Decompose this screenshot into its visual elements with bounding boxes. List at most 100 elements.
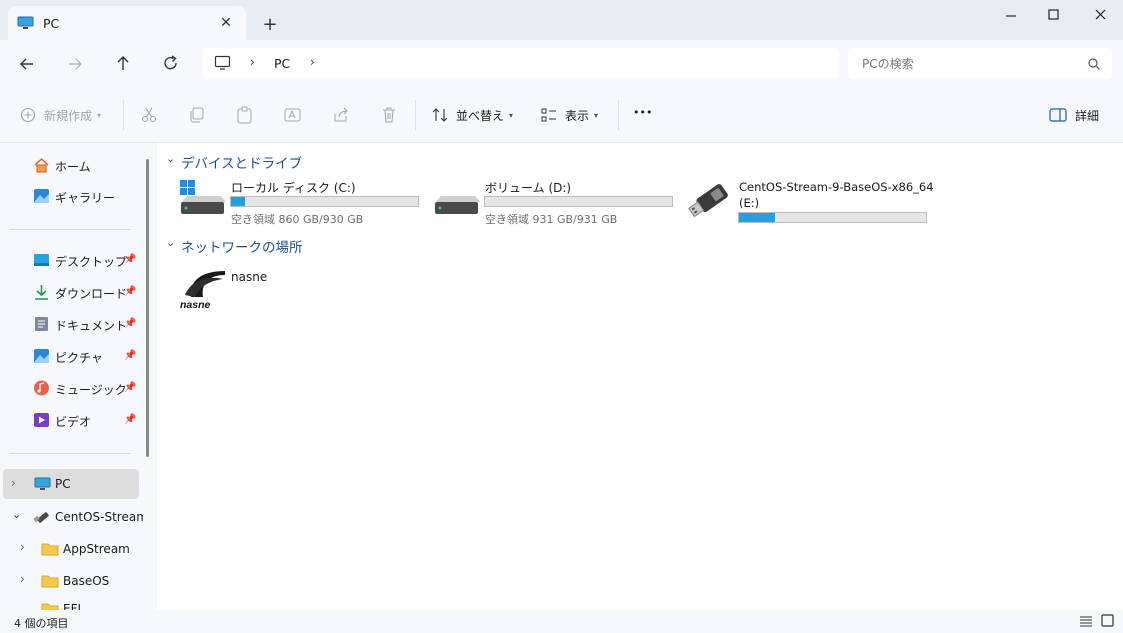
chevron-down-icon[interactable]: ⌄ bbox=[166, 152, 175, 165]
sidebar-item-home[interactable]: ホーム bbox=[0, 151, 145, 179]
nasne-logo-icon: nasne bbox=[180, 271, 225, 311]
copy-icon[interactable] bbox=[188, 106, 206, 124]
forward-arrow-icon[interactable] bbox=[64, 54, 86, 74]
chevron-right-icon[interactable]: › bbox=[11, 476, 16, 490]
drive-name: CentOS-Stream-9-BaseOS-x86_64 bbox=[739, 180, 934, 194]
sidebar-item-usb[interactable]: ⌄ CentOS-Stream- bbox=[3, 503, 143, 531]
sidebar-label: BaseOS bbox=[63, 574, 110, 588]
sidebar-scrollbar[interactable] bbox=[146, 159, 149, 457]
minimize-icon[interactable] bbox=[1000, 8, 1022, 24]
sidebar-label: ギャラリー bbox=[55, 191, 116, 205]
sort-button[interactable]: 並べ替え ▾ bbox=[431, 106, 513, 124]
search-icon[interactable] bbox=[1087, 57, 1101, 71]
close-tab-icon[interactable]: ✕ bbox=[216, 13, 236, 33]
pin-icon[interactable]: 📌 bbox=[124, 414, 136, 425]
more-options-button[interactable]: ••• bbox=[633, 106, 652, 119]
search-input[interactable] bbox=[860, 53, 1084, 75]
gallery-icon bbox=[34, 189, 49, 203]
drive-item-c[interactable]: ローカル ディスク (C:) 空き領域 860 GB/930 GB bbox=[177, 178, 422, 226]
divider bbox=[9, 229, 131, 230]
sidebar-item-desktop[interactable]: デスクトップ 📌 bbox=[0, 246, 145, 274]
divider bbox=[415, 100, 416, 130]
sidebar-item-pc[interactable]: › PC bbox=[3, 469, 139, 499]
hard-drive-icon bbox=[435, 196, 480, 214]
refresh-icon[interactable] bbox=[160, 53, 182, 73]
chevron-down-icon: ▾ bbox=[509, 110, 514, 120]
view-label: 表示 bbox=[565, 108, 590, 123]
folder-icon bbox=[41, 543, 59, 556]
pin-icon[interactable]: 📌 bbox=[124, 350, 136, 361]
usb-drive-icon bbox=[688, 184, 728, 218]
chevron-right-icon[interactable]: › bbox=[310, 55, 315, 69]
pin-icon[interactable]: 📌 bbox=[124, 318, 136, 329]
sidebar-item-music[interactable]: ミュージック 📌 bbox=[0, 374, 145, 402]
new-tab-button[interactable]: + bbox=[258, 12, 282, 36]
back-arrow-icon[interactable] bbox=[16, 54, 38, 74]
navigation-pane: ホーム ギャラリー デスクトップ 📌 ダウンロード 📌 ドキュメント 📌 ピクチ… bbox=[0, 143, 157, 610]
drive-usage-bar bbox=[230, 196, 419, 207]
sidebar-label: ダウンロード bbox=[55, 287, 128, 301]
close-window-icon[interactable] bbox=[1090, 6, 1112, 24]
content-area: ⌄ デバイスとドライブ ローカル ディスク (C:) 空き領域 860 GB/9… bbox=[157, 143, 1123, 610]
sidebar-item-folder[interactable]: › BaseOS bbox=[0, 567, 145, 595]
details-button[interactable]: 詳細 bbox=[1049, 106, 1099, 124]
sidebar-label: PC bbox=[55, 477, 71, 491]
chevron-down-icon: ▾ bbox=[594, 110, 599, 120]
sort-icon bbox=[432, 108, 448, 122]
chevron-right-icon: › bbox=[250, 55, 255, 69]
computer-icon bbox=[214, 55, 231, 70]
sidebar-item-pictures[interactable]: ピクチャ 📌 bbox=[0, 342, 145, 370]
drive-item-d[interactable]: ボリューム (D:) 空き領域 931 GB/931 GB bbox=[431, 178, 676, 226]
sidebar-item-gallery[interactable]: ギャラリー bbox=[0, 182, 145, 210]
chevron-right-icon[interactable]: › bbox=[20, 572, 25, 586]
drive-item-e[interactable]: CentOS-Stream-9-BaseOS-x86_64 (E:) bbox=[685, 178, 985, 226]
details-label: 詳細 bbox=[1075, 108, 1100, 123]
pin-icon[interactable]: 📌 bbox=[124, 254, 136, 265]
chevron-down-icon[interactable]: ⌄ bbox=[166, 236, 175, 249]
sidebar-item-documents[interactable]: ドキュメント 📌 bbox=[0, 310, 145, 338]
large-icons-view-icon[interactable] bbox=[1100, 613, 1116, 629]
breadcrumb[interactable]: PC bbox=[274, 56, 290, 71]
share-icon[interactable] bbox=[332, 106, 350, 124]
chevron-right-icon[interactable]: › bbox=[20, 540, 25, 554]
rename-icon[interactable] bbox=[284, 106, 302, 124]
section-header-devices[interactable]: デバイスとドライブ bbox=[181, 152, 302, 172]
cut-icon[interactable] bbox=[140, 106, 158, 124]
network-item-nasne[interactable]: nasne nasne bbox=[179, 267, 299, 313]
pc-icon bbox=[17, 16, 34, 29]
sidebar-label: EFI bbox=[63, 602, 82, 610]
sidebar-item-folder[interactable]: EFI bbox=[0, 599, 145, 610]
usb-drive-icon bbox=[34, 512, 49, 523]
pin-icon[interactable]: 📌 bbox=[124, 382, 136, 393]
paste-icon[interactable] bbox=[236, 105, 254, 125]
drive-usage-fill bbox=[739, 213, 775, 222]
drive-name: ローカル ディスク (C:) bbox=[231, 181, 356, 195]
drive-free-space: 空き領域 931 GB/931 GB bbox=[485, 213, 618, 226]
new-button[interactable]: 新規作成 ▾ bbox=[20, 106, 101, 124]
folder-icon bbox=[41, 575, 59, 588]
chevron-down-icon[interactable]: ⌄ bbox=[12, 508, 21, 521]
music-icon bbox=[34, 380, 49, 396]
address-bar[interactable]: › PC › bbox=[202, 48, 839, 79]
section-header-network[interactable]: ネットワークの場所 bbox=[181, 236, 303, 256]
delete-icon[interactable] bbox=[380, 106, 398, 124]
status-bar: 4 個の項目 bbox=[0, 610, 1123, 633]
tab-pc[interactable]: PC ✕ bbox=[8, 6, 246, 40]
pin-icon[interactable]: 📌 bbox=[124, 286, 136, 297]
sidebar-item-downloads[interactable]: ダウンロード 📌 bbox=[0, 278, 145, 306]
view-icon bbox=[541, 108, 556, 122]
sidebar-item-folder[interactable]: › AppStream bbox=[0, 535, 145, 563]
up-arrow-icon[interactable] bbox=[112, 53, 134, 73]
document-icon bbox=[35, 317, 48, 331]
sidebar-item-videos[interactable]: ビデオ 📌 bbox=[0, 406, 145, 434]
sidebar-label: CentOS-Stream- bbox=[55, 510, 143, 524]
drive-usage-bar bbox=[484, 196, 673, 207]
sidebar-label: ピクチャ bbox=[55, 351, 103, 365]
maximize-icon[interactable] bbox=[1043, 6, 1065, 24]
search-box[interactable] bbox=[848, 48, 1112, 79]
divider bbox=[123, 100, 124, 130]
drive-name-line2: (E:) bbox=[739, 196, 760, 210]
details-view-icon[interactable] bbox=[1078, 614, 1094, 628]
view-button[interactable]: 表示 ▾ bbox=[540, 106, 598, 124]
home-icon bbox=[34, 157, 49, 173]
